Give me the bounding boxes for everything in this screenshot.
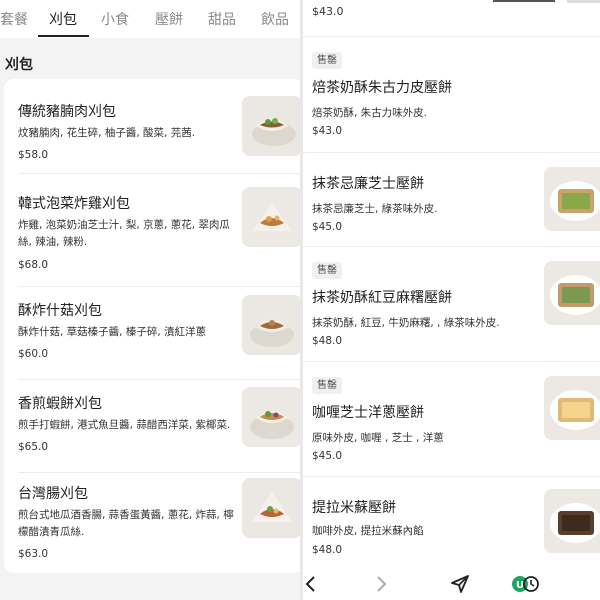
item-desc: 原味外皮, 咖喱 , 芝士 , 洋蔥 <box>312 432 444 444</box>
active-tab-indicator <box>38 35 89 37</box>
item-name: 傳統豬腩肉刈包 <box>18 104 116 120</box>
item-desc: 酥炸什菇, 草菇榛子醬, 榛子碎, 漬紅洋蔥 <box>18 326 207 338</box>
item-price: $45.0 <box>312 221 343 233</box>
item-desc: 抹茶奶酥, 紅豆, 牛奶麻糬, , 綠茶味外皮. <box>312 317 500 329</box>
menu-card: 傳統豬腩肉刈包 炆豬腩肉, 花生碎, 柚子醬, 酸菜, 芫茜. $58.0 韓式… <box>4 79 300 573</box>
back-arrow-icon[interactable] <box>303 572 323 596</box>
bottom-nav-bar: U <box>303 566 600 600</box>
item-photo <box>544 167 600 231</box>
menu-item[interactable]: 提拉米蘇壓餅 咖啡外皮, 提拉米蘇內餡 $48.0 <box>303 477 600 566</box>
menu-item[interactable]: 台灣腸刈包 煎台式地瓜酒香腸, 蒜香蛋黃醬, 蔥花, 炸蒜, 檸檬醋漬青瓜絲. … <box>4 473 300 573</box>
item-photo <box>242 295 300 355</box>
menu-item[interactable]: 抹茶忌廉芝士壓餅 抹茶忌廉芝士, 綠茶味外皮. $45.0 <box>303 153 600 246</box>
item-price: $60.0 <box>18 348 49 360</box>
category-tabs: 套餐 刈包 小食 壓餅 甜品 飲品 <box>0 0 300 38</box>
item-name: 咖喱芝士洋蔥壓餅 <box>312 405 424 421</box>
item-name: 焙茶奶酥朱古力皮壓餅 <box>312 80 452 96</box>
menu-item[interactable]: 傳統豬腩肉刈包 炆豬腩肉, 花生碎, 柚子醬, 酸菜, 芫茜. $58.0 <box>4 79 300 173</box>
item-name: 韓式泡菜炸雞刈包 <box>18 196 130 212</box>
item-desc: 煎手打蝦餅, 港式魚旦醬, 蒜醋西洋菜, 紫椰菜. <box>18 419 231 431</box>
tab-pressed-cake[interactable]: 壓餅 <box>155 9 183 29</box>
svg-text:U: U <box>516 580 524 591</box>
scroll-indicator <box>567 0 600 3</box>
item-photo <box>242 187 300 247</box>
sold-out-badge: 售罄 <box>312 377 342 394</box>
item-price: $48.0 <box>312 544 343 556</box>
item-name: 提拉米蘇壓餅 <box>312 500 396 516</box>
scroll-indicator <box>493 0 555 2</box>
menu-item[interactable]: 售罄 抹茶奶酥紅豆麻糬壓餅 抹茶奶酥, 紅豆, 牛奶麻糬, , 綠茶味外皮. $… <box>303 247 600 361</box>
menu-item[interactable]: 香煎蝦餅刈包 煎手打蝦餅, 港式魚旦醬, 蒜醋西洋菜, 紫椰菜. $65.0 <box>4 380 300 472</box>
right-panel: $43.0 售罄 焙茶奶酥朱古力皮壓餅 焙茶奶酥, 朱古力味外皮. $43.0 … <box>303 0 600 600</box>
item-photo <box>544 489 600 553</box>
left-panel: 套餐 刈包 小食 壓餅 甜品 飲品 刈包 傳統豬腩肉刈包 炆豬腩肉, 花生碎, … <box>0 0 300 600</box>
item-photo <box>242 96 300 156</box>
item-photo <box>242 478 300 538</box>
item-price: $63.0 <box>18 548 49 560</box>
menu-item[interactable]: 韓式泡菜炸雞刈包 炸雞, 泡菜奶油芝士汁, 梨, 京蔥, 蔥花, 翠肉瓜絲, 辣… <box>4 174 300 286</box>
tab-dessert[interactable]: 甜品 <box>208 9 236 29</box>
item-desc: 抹茶忌廉芝士, 綠茶味外皮. <box>312 203 438 215</box>
item-desc: 炸雞, 泡菜奶油芝士汁, 梨, 京蔥, 蔥花, 翠肉瓜絲, 辣油, 辣粉. <box>18 219 230 248</box>
menu-item[interactable]: 酥炸什菇刈包 酥炸什菇, 草菇榛子醬, 榛子碎, 漬紅洋蔥 $60.0 <box>4 287 300 379</box>
item-name: 香煎蝦餅刈包 <box>18 396 102 412</box>
section-title: 刈包 <box>5 57 33 73</box>
menu-item[interactable]: 售罄 咖喱芝士洋蔥壓餅 原味外皮, 咖喱 , 芝士 , 洋蔥 $45.0 <box>303 362 600 476</box>
item-price: $45.0 <box>312 450 343 462</box>
share-send-icon[interactable] <box>448 572 472 596</box>
item-price: $43.0 <box>312 125 343 137</box>
item-price: $43.0 <box>312 5 344 18</box>
item-desc: 咖啡外皮, 提拉米蘇內餡 <box>312 525 424 537</box>
item-price: $65.0 <box>18 441 49 453</box>
tab-snacks[interactable]: 小食 <box>101 9 129 29</box>
item-desc: 炆豬腩肉, 花生碎, 柚子醬, 酸菜, 芫茜. <box>18 127 196 139</box>
item-name: 台灣腸刈包 <box>18 486 88 502</box>
item-name: 酥炸什菇刈包 <box>18 303 102 319</box>
tab-gua-bao[interactable]: 刈包 <box>49 9 77 29</box>
item-price: $68.0 <box>18 259 49 271</box>
item-photo <box>544 261 600 325</box>
sold-out-badge: 售罄 <box>312 262 342 279</box>
item-name: 抹茶忌廉芝士壓餅 <box>312 176 424 192</box>
item-price: $58.0 <box>18 149 49 161</box>
sold-out-badge: 售罄 <box>312 52 342 69</box>
item-price: $48.0 <box>312 335 343 347</box>
item-desc: 焙茶奶酥, 朱古力味外皮. <box>312 107 428 119</box>
item-name: 抹茶奶酥紅豆麻糬壓餅 <box>312 290 452 306</box>
item-photo <box>242 387 300 447</box>
item-desc: 煎台式地瓜酒香腸, 蒜香蛋黃醬, 蔥花, 炸蒜, 檸檬醋漬青瓜絲. <box>18 509 234 538</box>
tab-drinks[interactable]: 飲品 <box>261 9 289 29</box>
item-photo <box>544 376 600 440</box>
forward-arrow-icon[interactable] <box>369 572 393 596</box>
extension-icon[interactable]: U <box>511 572 539 596</box>
menu-item[interactable]: 售罄 焙茶奶酥朱古力皮壓餅 焙茶奶酥, 朱古力味外皮. $43.0 <box>303 37 600 152</box>
tab-set-meal[interactable]: 套餐 <box>0 9 28 29</box>
